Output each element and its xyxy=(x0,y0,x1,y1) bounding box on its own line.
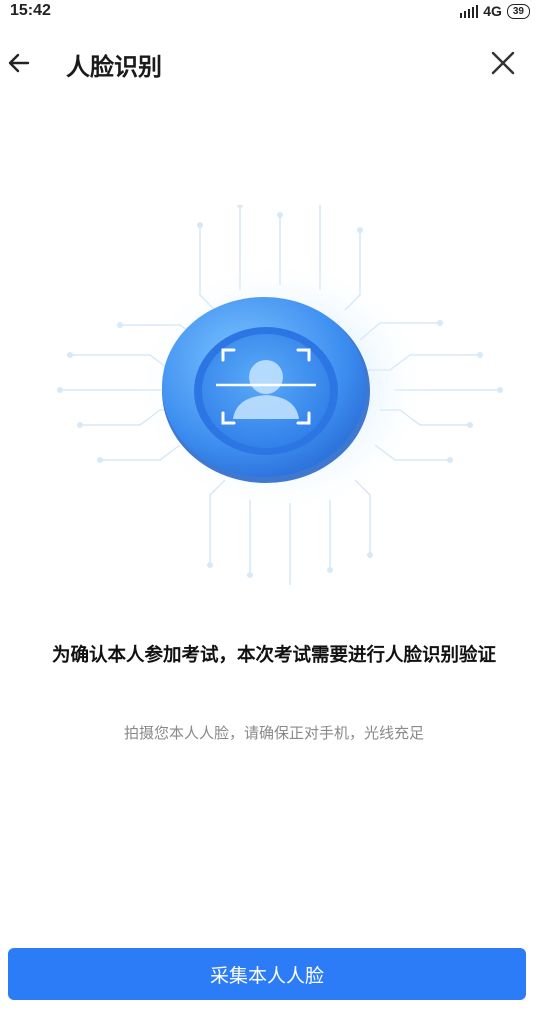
back-arrow-icon[interactable] xyxy=(6,50,32,76)
status-bar: 15:42 4G 39 xyxy=(0,0,548,28)
network-type: 4G xyxy=(483,3,502,19)
capture-face-button[interactable]: 采集本人人脸 xyxy=(8,948,526,1000)
signal-icon xyxy=(460,4,479,18)
page-title: 人脸识别 xyxy=(66,53,162,81)
verification-instructions: 拍摄您本人人脸，请确保正对手机，光线充足 xyxy=(123,724,424,742)
status-time: 15:42 xyxy=(10,2,51,19)
status-indicators: 4G 39 xyxy=(460,3,530,19)
close-icon[interactable] xyxy=(490,50,516,76)
face-recognition-illustration xyxy=(57,205,503,585)
verification-headline: 为确认本人参加考试，本次考试需要进行人脸识别验证 xyxy=(51,645,496,666)
nav-bar: 人脸识别 xyxy=(0,36,548,92)
battery-icon: 39 xyxy=(506,3,530,19)
